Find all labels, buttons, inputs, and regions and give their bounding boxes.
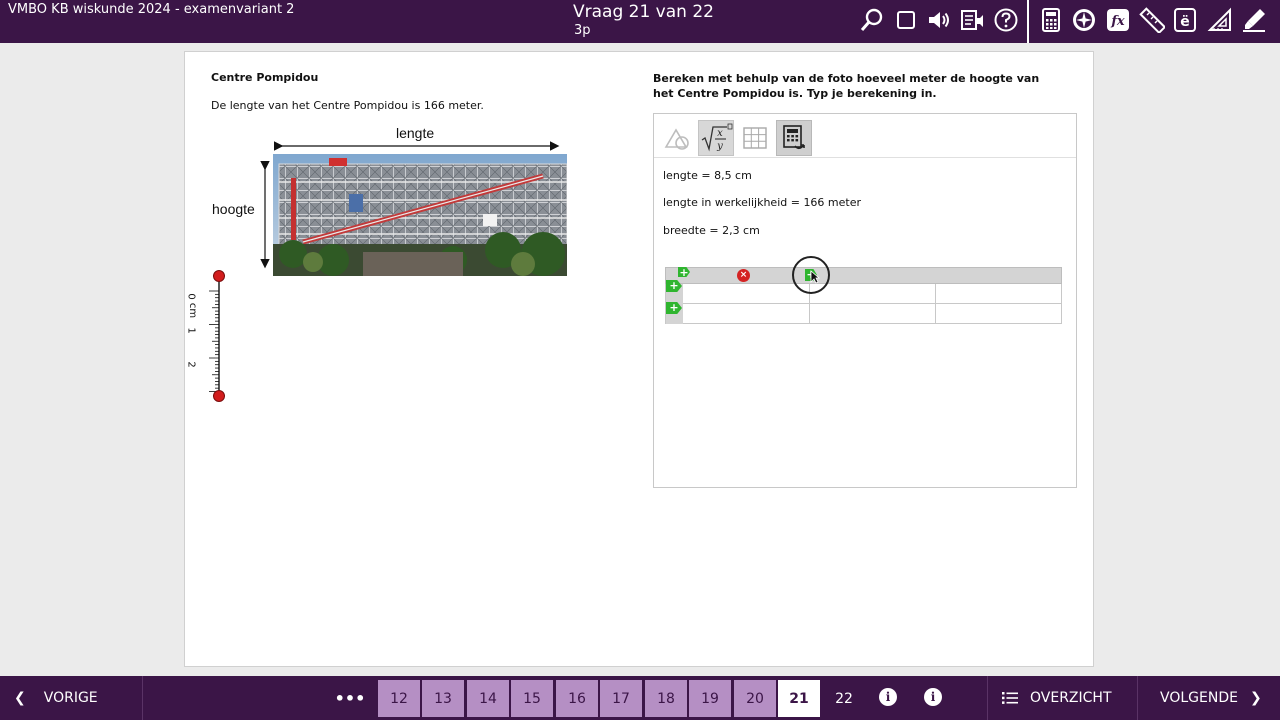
- previous-button[interactable]: ❮ VORIGE: [0, 676, 143, 720]
- chevron-left-icon: ❮: [14, 690, 26, 706]
- question-title: Vraag 21 van 22: [573, 2, 714, 22]
- answer-toolbar: xy: [654, 114, 1076, 158]
- question-button[interactable]: 14: [467, 680, 509, 717]
- e-umlaut-icon[interactable]: ë: [1170, 5, 1200, 35]
- bottom-nav: ❮ VORIGE ••• 12 13 14 15 16 17 18 19 20 …: [0, 676, 1280, 720]
- svg-text:y: y: [716, 141, 723, 152]
- table-row: [665, 304, 1062, 324]
- table-cell[interactable]: [810, 304, 934, 323]
- svg-text:fx: fx: [1110, 14, 1125, 29]
- question-button[interactable]: 16: [556, 680, 598, 717]
- answer-editor[interactable]: xy lengte = 8,5 cm lengte in werkelijkhe…: [653, 113, 1077, 488]
- overview-button[interactable]: OVERZICHT: [987, 676, 1137, 720]
- previous-label: VORIGE: [43, 690, 98, 706]
- list-icon: [1002, 692, 1018, 704]
- triangle-circle-icon[interactable]: [659, 120, 695, 156]
- table-cell[interactable]: [684, 304, 808, 323]
- question-button[interactable]: 12: [378, 680, 420, 717]
- grid-icon[interactable]: [737, 120, 773, 156]
- question-icon[interactable]: [991, 5, 1021, 35]
- mouse-pointer-icon: [810, 270, 820, 284]
- next-label: VOLGENDE: [1160, 690, 1238, 706]
- ruler-unit: cm: [187, 302, 199, 319]
- table-cell[interactable]: [810, 284, 934, 303]
- context-title: Centre Pompidou: [211, 71, 319, 84]
- overview-label: OVERZICHT: [1030, 690, 1112, 706]
- speaker-icon[interactable]: [924, 5, 954, 35]
- centre-pompidou-photo: [273, 154, 567, 276]
- question-button[interactable]: 22: [823, 680, 865, 717]
- ruler-label-1: 1: [185, 327, 197, 334]
- fx-icon[interactable]: fx: [1103, 5, 1133, 35]
- delete-column-icon[interactable]: ×: [737, 269, 750, 282]
- svg-text:ë: ë: [1180, 14, 1190, 30]
- question-button[interactable]: 20: [734, 680, 776, 717]
- top-bar: VMBO KB wiskunde 2024 - examenvariant 2 …: [0, 0, 1280, 43]
- question-text: Bereken met behulp van de foto hoeveel m…: [653, 72, 1040, 100]
- question-button[interactable]: 15: [511, 680, 553, 717]
- highlighter-icon[interactable]: [1239, 5, 1269, 35]
- ruler-tool[interactable]: 0 cm 1 2: [185, 267, 245, 407]
- calculator-icon[interactable]: [1036, 5, 1066, 35]
- table-cell[interactable]: [684, 284, 808, 303]
- compass-icon[interactable]: [1069, 5, 1099, 35]
- more-questions-button[interactable]: •••: [328, 676, 372, 720]
- table-cell[interactable]: [936, 284, 1060, 303]
- chevron-right-icon: ❯: [1249, 690, 1262, 706]
- question-card: Centre Pompidou De lengte van het Centre…: [184, 51, 1094, 667]
- read-aloud-icon[interactable]: [957, 5, 987, 35]
- answer-line-3[interactable]: breedte = 2,3 cm: [663, 224, 760, 237]
- answer-line-1[interactable]: lengte = 8,5 cm: [663, 169, 752, 182]
- question-button[interactable]: 17: [600, 680, 642, 717]
- svg-text:x: x: [717, 128, 723, 139]
- photo-figure: lengte hoogte: [211, 124, 571, 276]
- square-icon[interactable]: [891, 5, 921, 35]
- table-cell[interactable]: [936, 304, 1060, 323]
- magnifier-icon[interactable]: [857, 5, 887, 35]
- ruler-icon[interactable]: [1137, 5, 1167, 35]
- question-points: 3p: [574, 23, 591, 38]
- set-square-icon[interactable]: [1205, 5, 1235, 35]
- calculator-icon[interactable]: [776, 120, 812, 156]
- table-header-row: [665, 267, 1062, 284]
- info-icon[interactable]: i: [879, 688, 897, 706]
- context-text: De lengte van het Centre Pompidou is 166…: [211, 99, 484, 112]
- question-button[interactable]: 18: [645, 680, 687, 717]
- ruler-label-2: 2: [185, 361, 197, 368]
- label-hoogte: hoogte: [212, 201, 255, 217]
- label-lengte: lengte: [396, 125, 435, 141]
- question-button[interactable]: 19: [689, 680, 731, 717]
- table-row: [665, 284, 1062, 304]
- question-button[interactable]: 13: [422, 680, 464, 717]
- toolbar-divider: [1027, 0, 1029, 43]
- info-icon[interactable]: i: [924, 688, 942, 706]
- exam-title: VMBO KB wiskunde 2024 - examenvariant 2: [8, 2, 295, 17]
- answer-line-2[interactable]: lengte in werkelijkheid = 166 meter: [663, 196, 861, 209]
- sqrt-fraction-icon[interactable]: xy: [698, 120, 734, 156]
- question-button-current[interactable]: 21: [778, 680, 820, 717]
- next-button[interactable]: VOLGENDE ❯: [1137, 676, 1280, 720]
- ruler-label-0: 0: [185, 293, 197, 300]
